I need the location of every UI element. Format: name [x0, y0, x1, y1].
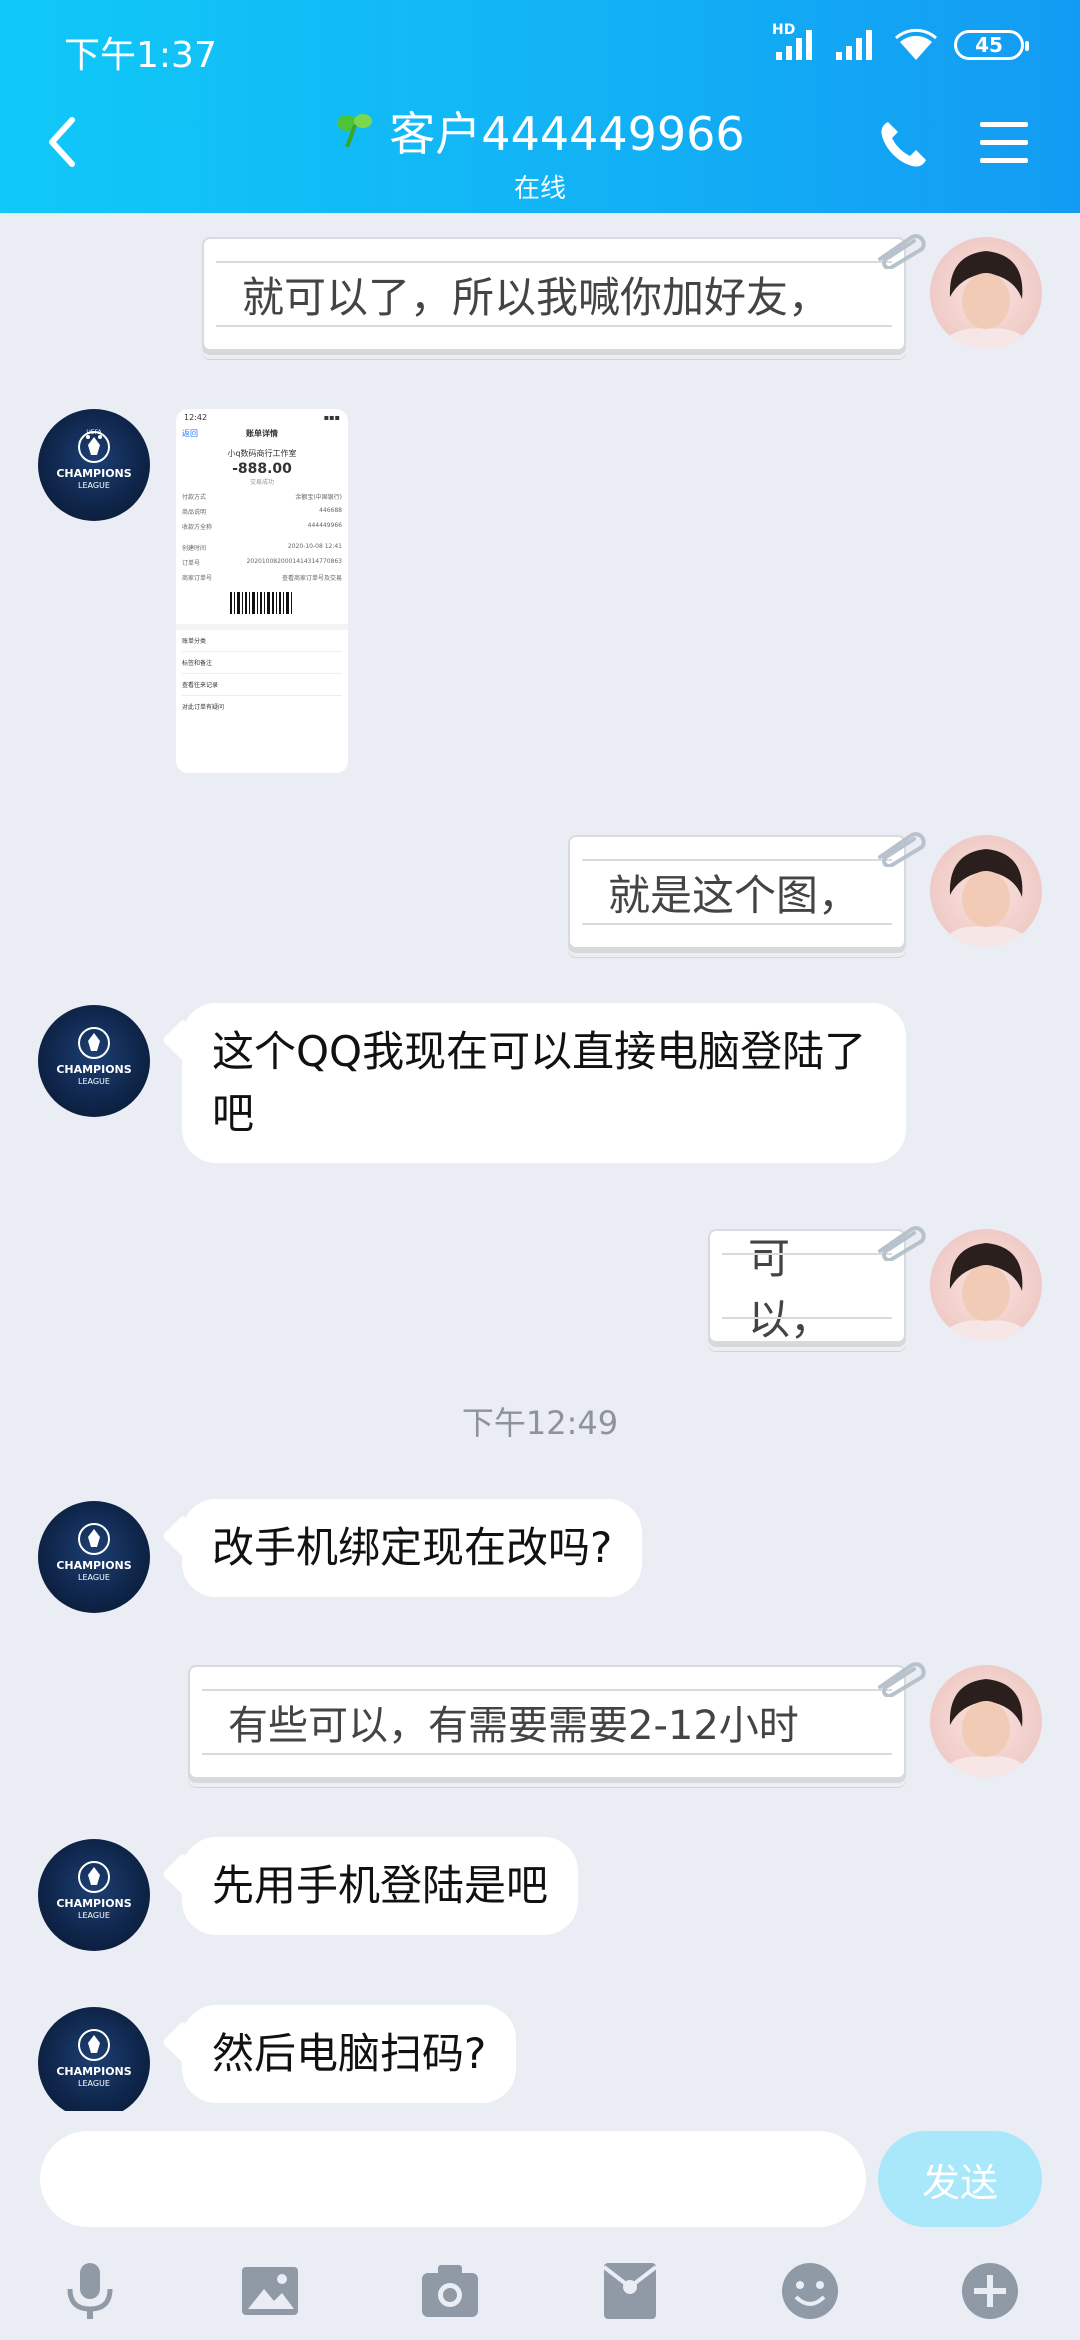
- send-button[interactable]: 发送: [878, 2131, 1042, 2227]
- my-avatar[interactable]: [930, 237, 1042, 349]
- red-packet-icon[interactable]: [598, 2259, 662, 2323]
- shot-link: 对此订单有疑问: [182, 704, 225, 711]
- shot-row-value: 444449966: [307, 522, 342, 529]
- shot-row-label: 订单号: [182, 560, 201, 567]
- contact-avatar[interactable]: CHAMPIONS LEAGUE: [38, 1501, 150, 1613]
- avatar-logo-bottom: LEAGUE: [78, 1911, 110, 1920]
- message-text: 可以，: [748, 1234, 833, 1344]
- shot-link: 查看往来记录: [182, 674, 342, 696]
- battery-level: 45: [975, 33, 1003, 57]
- composer: 发送: [0, 2111, 1080, 2340]
- my-avatar[interactable]: [930, 1229, 1042, 1341]
- time-divider: 下午12:49: [461, 1404, 619, 1442]
- image-message-screenshot[interactable]: 12:42 ▪▪▪ 返回 账单详情 小q数码商行工作室 -888.00 交易成功 …: [176, 409, 348, 773]
- avatar-logo-bottom: LEAGUE: [78, 2079, 110, 2088]
- my-avatar[interactable]: [930, 1665, 1042, 1777]
- shot-title: 账单详情: [246, 429, 278, 438]
- outgoing-message[interactable]: 可以，: [708, 1226, 926, 1344]
- my-avatar[interactable]: [930, 835, 1042, 947]
- cellular-signal-hd-icon: HD: [772, 22, 818, 62]
- barcode-image: [230, 592, 292, 614]
- message-list[interactable]: 就可以了，所以我喊你加好友， UEFA CHAMPIONS LEAGUE 12:…: [0, 213, 1080, 2111]
- incoming-message[interactable]: 改手机绑定现在改吗?: [182, 1499, 643, 1597]
- camera-icon[interactable]: [418, 2259, 482, 2323]
- avatar-logo-mid: CHAMPIONS: [56, 1063, 132, 1076]
- incoming-message[interactable]: 先用手机登陆是吧: [182, 1837, 579, 1935]
- online-status: 在线: [513, 174, 566, 204]
- message-text: 然后电脑扫码?: [212, 2029, 487, 2078]
- more-plus-icon[interactable]: [958, 2259, 1022, 2323]
- contact-avatar[interactable]: CHAMPIONS LEAGUE: [38, 1005, 150, 1117]
- microphone-icon[interactable]: [58, 2259, 122, 2323]
- wifi-icon: [894, 28, 938, 62]
- avatar-logo-mid: CHAMPIONS: [56, 1559, 132, 1572]
- shot-row-value: 446688: [319, 507, 342, 514]
- outgoing-message[interactable]: 就是这个图，: [568, 832, 926, 949]
- incoming-message[interactable]: 然后电脑扫码?: [182, 2005, 517, 2103]
- avatar-logo-mid: CHAMPIONS: [56, 2065, 132, 2078]
- contact-name: 客户444449966: [389, 107, 745, 161]
- shot-row-value: 余额宝(中国银行): [295, 494, 342, 501]
- contact-avatar[interactable]: CHAMPIONS LEAGUE: [38, 1839, 150, 1951]
- shot-row-label: 创建时间: [182, 545, 207, 552]
- shot-row-label: 收款方全称: [182, 524, 213, 531]
- incoming-message[interactable]: 这个QQ我现在可以直接电脑登陆了吧: [182, 1003, 906, 1163]
- message-input[interactable]: [40, 2131, 866, 2227]
- shot-row-label: 商家订单号: [182, 575, 213, 582]
- message-text: 先用手机登陆是吧: [212, 1861, 549, 1910]
- outgoing-message[interactable]: 有些可以，有需要需要2-12小时: [188, 1662, 926, 1779]
- shot-row-label: 付款方式: [182, 494, 207, 501]
- message-text: 就可以了，所以我喊你加好友，: [242, 272, 831, 322]
- contact-avatar[interactable]: UEFA CHAMPIONS LEAGUE: [38, 409, 150, 521]
- emoji-icon[interactable]: [778, 2259, 842, 2323]
- phone-call-icon[interactable]: [878, 118, 930, 170]
- network-type-label: HD: [772, 22, 796, 38]
- paperclip-icon: [878, 1226, 926, 1261]
- message-text: 这个QQ我现在可以直接电脑登陆了吧: [212, 1027, 867, 1138]
- paperclip-icon: [878, 234, 926, 269]
- shot-row-label: 商品说明: [182, 509, 207, 516]
- shot-link: 账单分类: [182, 630, 342, 652]
- shot-merchant: 小q数码商行工作室: [227, 449, 297, 458]
- shot-row-value: 查看商家订单号及交易: [281, 575, 342, 582]
- message-text: 就是这个图，: [608, 870, 861, 920]
- contact-avatar[interactable]: CHAMPIONS LEAGUE: [38, 2007, 150, 2111]
- shot-time: 12:42: [184, 413, 208, 422]
- status-icons: HD 45: [772, 22, 1029, 62]
- paperclip-icon: [878, 1662, 926, 1697]
- avatar-logo-mid: CHAMPIONS: [56, 467, 132, 480]
- status-time: 下午1:37: [64, 35, 217, 76]
- avatar-logo-bottom: LEAGUE: [78, 1077, 110, 1086]
- shot-row-value: 2020-10-08 12:41: [287, 543, 342, 550]
- shot-row-value: 2020100820001414314770863: [246, 558, 342, 565]
- avatar-logo-mid: CHAMPIONS: [56, 1897, 132, 1910]
- shot-link: 标签和备注: [182, 652, 342, 674]
- sprout-icon: [337, 114, 373, 148]
- avatar-logo-bottom: LEAGUE: [78, 1573, 110, 1582]
- message-text: 改手机绑定现在改吗?: [212, 1523, 613, 1572]
- avatar-logo-bottom: LEAGUE: [78, 481, 110, 490]
- menu-icon[interactable]: [978, 120, 1030, 166]
- image-picker-icon[interactable]: [238, 2259, 302, 2323]
- chat-header: 下午1:37 HD 45 客户444449966 在线: [0, 0, 1080, 213]
- battery-indicator: 45: [954, 30, 1029, 60]
- outgoing-message[interactable]: 就可以了，所以我喊你加好友，: [202, 234, 926, 351]
- shot-status: 交易成功: [249, 479, 274, 486]
- shot-amount: -888.00: [232, 461, 292, 477]
- avatar-logo-top: UEFA: [86, 429, 102, 436]
- message-text: 有些可以，有需要需要2-12小时: [228, 1703, 799, 1749]
- paperclip-icon: [878, 832, 926, 867]
- cellular-signal-icon: [834, 28, 878, 62]
